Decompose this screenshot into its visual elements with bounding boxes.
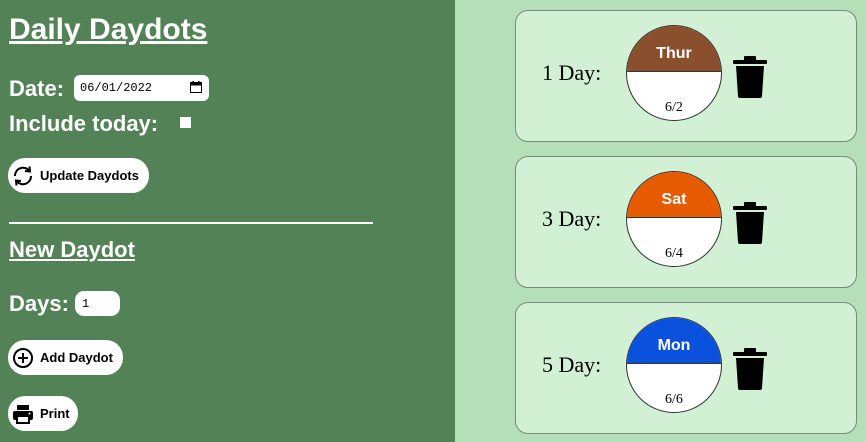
date-label: Date: bbox=[9, 76, 65, 101]
printer-icon bbox=[13, 404, 33, 424]
trash-icon[interactable] bbox=[731, 56, 769, 98]
days-value: 1 bbox=[82, 296, 90, 311]
date-input[interactable]: 06/01/2022 bbox=[74, 75, 209, 101]
page-title: Daily Daydots bbox=[9, 13, 208, 46]
daydot-weekday: Thur bbox=[627, 26, 721, 72]
refresh-icon bbox=[13, 165, 33, 186]
daydot-circle: Thur 6/2 bbox=[626, 25, 722, 121]
daydot-circle: Mon 6/6 bbox=[626, 317, 722, 413]
daydot-date: 6/2 bbox=[665, 100, 683, 115]
daydot-label: 3 Day: bbox=[542, 206, 602, 231]
print-label: Print bbox=[40, 406, 70, 421]
section-title-new-daydot: New Daydot bbox=[9, 237, 135, 262]
daydot-weekday: Sat bbox=[627, 172, 721, 218]
include-today-label: Include today: bbox=[9, 111, 159, 136]
daydot-label: 5 Day: bbox=[542, 352, 602, 377]
add-daydot-label: Add Daydot bbox=[40, 350, 113, 365]
daydot-card: 1 Day: Thur 6/2 bbox=[515, 10, 857, 142]
daydot-card: 3 Day: Sat 6/4 bbox=[515, 156, 857, 288]
date-value: 06/01/2022 bbox=[80, 81, 153, 95]
calendar-icon[interactable] bbox=[190, 81, 202, 93]
sidebar: Daily Daydots Date: 06/01/2022 Include t… bbox=[0, 0, 455, 442]
days-input[interactable]: 1 bbox=[75, 291, 120, 316]
daydot-card: 5 Day: Mon 6/6 bbox=[515, 302, 857, 434]
update-daydots-label: Update Daydots bbox=[40, 168, 139, 183]
print-button[interactable]: Print bbox=[8, 396, 78, 431]
daydot-circle: Sat 6/4 bbox=[626, 171, 722, 267]
daydot-label: 1 Day: bbox=[542, 60, 602, 85]
divider bbox=[9, 222, 373, 224]
daydot-weekday: Mon bbox=[627, 318, 721, 364]
include-today-checkbox[interactable] bbox=[180, 117, 191, 128]
add-daydot-button[interactable]: Add Daydot bbox=[8, 340, 123, 375]
daydot-date: 6/6 bbox=[665, 392, 683, 407]
days-label: Days: bbox=[9, 291, 69, 316]
add-circle-icon bbox=[13, 347, 33, 368]
trash-icon[interactable] bbox=[731, 348, 769, 390]
update-daydots-button[interactable]: Update Daydots bbox=[8, 158, 149, 193]
daydot-date: 6/4 bbox=[665, 246, 683, 261]
trash-icon[interactable] bbox=[731, 202, 769, 244]
